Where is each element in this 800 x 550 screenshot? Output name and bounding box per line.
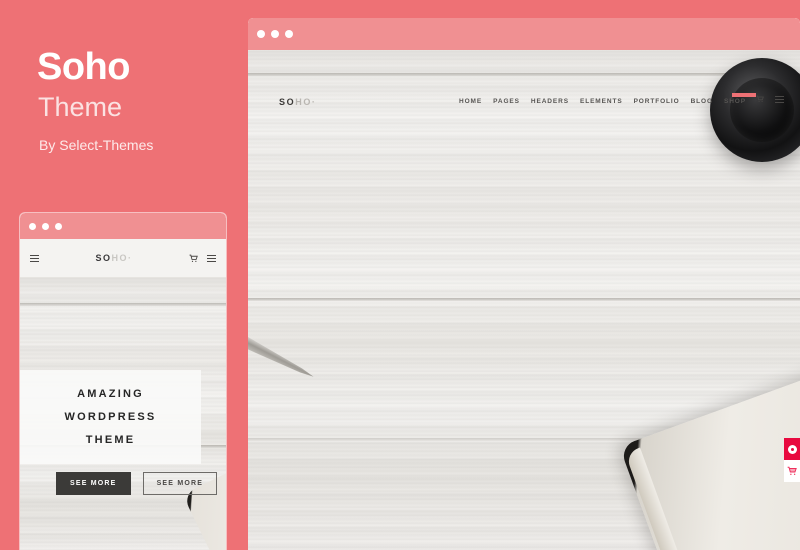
logo-dim-text: HO· [111, 253, 133, 263]
nav-item-shop[interactable]: SHOP [724, 98, 746, 105]
hero-line-2: WORDPRESS [64, 411, 157, 423]
plank-seam [248, 298, 800, 301]
cart-icon[interactable] [756, 95, 764, 103]
cart-icon[interactable] [189, 254, 198, 263]
plank-seam [248, 73, 800, 76]
hero-line-3: THEME [85, 434, 136, 446]
mobile-nav-icons [189, 254, 216, 263]
close-dot-icon[interactable] [29, 222, 36, 230]
nav-item-portfolio[interactable]: PORTFOLIO [634, 98, 680, 105]
hero-line-1: AMAZING [77, 388, 144, 400]
pinterest-icon [787, 444, 797, 454]
mobile-browser-window: SOHO· AMAZING WORDPRESS THEME SEE MORE S… [20, 213, 226, 550]
cart-icon [787, 466, 797, 475]
desktop-nav-icons [756, 95, 784, 103]
pinterest-save-button[interactable] [784, 438, 800, 460]
maximize-dot-icon[interactable] [285, 30, 293, 38]
desktop-site-viewport: SOHO· HOME PAGES HEADERS ELEMENTS PORTFO… [248, 50, 800, 550]
cart-widget-button[interactable] [784, 460, 800, 482]
desktop-site-logo[interactable]: SOHO· [279, 97, 317, 107]
screenshot-stage: SOHO· HOME PAGES HEADERS ELEMENTS PORTFO… [0, 0, 800, 550]
desktop-traffic-lights [257, 30, 293, 38]
see-more-primary-button[interactable]: SEE MORE [56, 472, 131, 495]
nav-item-headers[interactable]: HEADERS [531, 98, 569, 105]
mobile-site-navbar: SOHO· [20, 239, 226, 277]
nav-item-blog[interactable]: BLOG [691, 98, 713, 105]
nav-item-home[interactable]: HOME [459, 98, 482, 105]
maximize-dot-icon[interactable] [55, 222, 62, 230]
hamburger-icon[interactable] [775, 95, 784, 103]
mobile-site-logo[interactable]: SOHO· [39, 253, 189, 263]
promo-subtitle: Theme [38, 92, 123, 122]
logo-bold-text: SO [95, 253, 112, 263]
close-dot-icon[interactable] [257, 30, 265, 38]
hero-headline-card: AMAZING WORDPRESS THEME [20, 370, 201, 464]
hamburger-icon[interactable] [30, 254, 39, 262]
minimize-dot-icon[interactable] [42, 222, 49, 230]
plank-seam [20, 303, 226, 306]
logo-bold-text: SO [279, 97, 296, 107]
nav-active-indicator [732, 93, 756, 97]
mobile-traffic-lights [29, 222, 62, 230]
desktop-browser-window: SOHO· HOME PAGES HEADERS ELEMENTS PORTFO… [248, 18, 800, 550]
mobile-site-viewport: AMAZING WORDPRESS THEME SEE MORE SEE MOR… [20, 277, 226, 550]
mobile-window-titlebar [20, 213, 226, 239]
nav-item-elements[interactable]: ELEMENTS [580, 98, 623, 105]
desktop-window-titlebar [248, 18, 800, 50]
share-widget-rail [784, 438, 800, 482]
nav-item-pages[interactable]: PAGES [493, 98, 520, 105]
page-title: Soho [37, 46, 130, 88]
promo-byline: By Select-Themes [39, 137, 154, 153]
logo-dim-text: HO· [295, 97, 317, 107]
hamburger-icon[interactable] [207, 254, 216, 262]
minimize-dot-icon[interactable] [271, 30, 279, 38]
hero-button-group: SEE MORE SEE MORE [56, 472, 218, 495]
see-more-secondary-button[interactable]: SEE MORE [142, 472, 218, 495]
desktop-site-nav: HOME PAGES HEADERS ELEMENTS PORTFOLIO BL… [459, 98, 746, 105]
